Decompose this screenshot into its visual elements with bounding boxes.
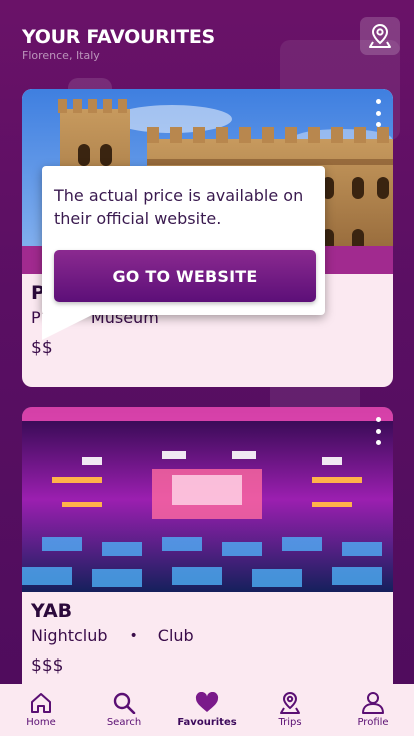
heart-icon	[195, 692, 219, 712]
place-type: Club	[157, 626, 194, 645]
more-options-icon[interactable]	[373, 417, 383, 445]
tab-trips[interactable]: Trips	[255, 684, 325, 736]
page-header: YOUR FAVOURITES Florence, Italy	[22, 26, 215, 62]
map-pin-icon	[369, 23, 391, 48]
search-icon	[113, 692, 136, 714]
tab-profile[interactable]: Profile	[338, 684, 408, 736]
place-category: Nightclub	[31, 626, 108, 645]
map-button[interactable]	[360, 17, 400, 55]
popup-message: The actual price is available on their o…	[54, 186, 304, 228]
bottom-tab-bar: Home Search Favourites Trips Profile	[0, 684, 414, 736]
tab-label: Trips	[278, 717, 302, 728]
place-name: YAB	[31, 600, 73, 622]
more-options-icon[interactable]	[373, 99, 383, 127]
tab-label: Home	[26, 717, 56, 728]
tab-home[interactable]: Home	[6, 684, 76, 736]
tab-label: Profile	[357, 717, 389, 728]
place-tags: Nightclub • Club	[31, 626, 384, 645]
trips-pin-icon	[280, 692, 300, 714]
person-icon	[362, 692, 384, 714]
tab-label: Search	[106, 717, 142, 728]
favourite-card[interactable]: YAB Nightclub • Club $$$	[22, 407, 393, 697]
tab-favourites[interactable]: Favourites	[172, 684, 242, 736]
place-category: P	[31, 308, 41, 327]
price-level: $$	[31, 338, 53, 358]
location-subtitle: Florence, Italy	[22, 49, 100, 62]
tab-label: Favourites	[177, 717, 237, 728]
go-to-website-button[interactable]: GO TO WEBSITE	[54, 250, 316, 302]
nightclub-photo-illustration	[22, 407, 393, 592]
price-level: $$$	[31, 656, 64, 676]
tab-search[interactable]: Search	[89, 684, 159, 736]
home-icon	[31, 693, 51, 713]
popup-tail	[42, 314, 94, 340]
place-photo	[22, 407, 393, 592]
page-title: YOUR FAVOURITES	[22, 26, 215, 48]
price-info-popup: The actual price is available on their o…	[42, 166, 325, 340]
tag-separator: •	[129, 627, 138, 644]
